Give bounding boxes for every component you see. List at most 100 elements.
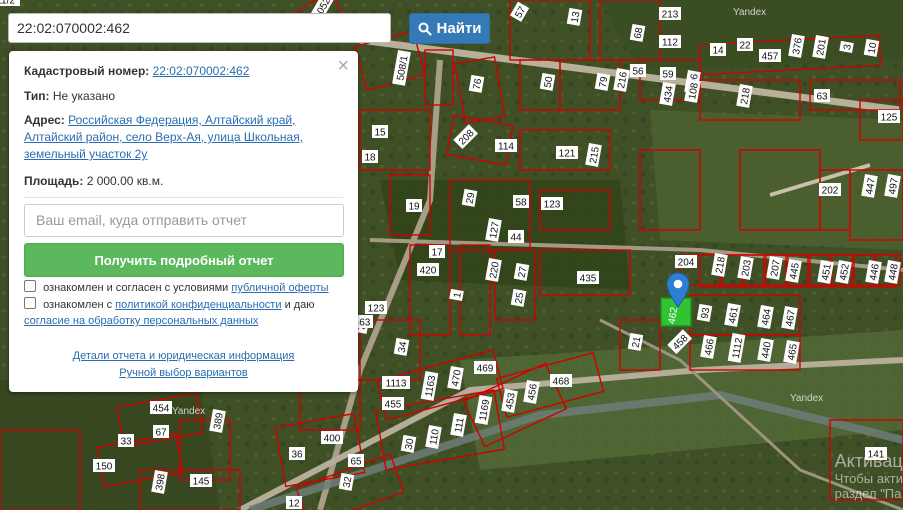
cadastral-label: Кадастровый номер: — [24, 64, 150, 78]
parcel-number-label: 25 — [510, 288, 526, 307]
svg-text:56: 56 — [632, 67, 644, 78]
svg-text:112: 112 — [662, 38, 678, 49]
svg-text:14: 14 — [712, 46, 724, 57]
svg-text:36: 36 — [291, 450, 303, 461]
parcel-number-label: 112 — [659, 35, 681, 49]
parcel-number-label: 150 — [93, 459, 115, 473]
svg-text:420: 420 — [420, 266, 437, 277]
parcel-number-label: 93 — [696, 303, 712, 322]
privacy-consent-row: ознакомлен с политикой конфиденциальност… — [24, 297, 344, 329]
parcel-number-label: 36 — [289, 447, 305, 461]
parcel-number-label: 18 — [362, 150, 378, 164]
personal-data-consent-link[interactable]: согласие на обработку персональных данны… — [24, 315, 258, 327]
parcel-number-label: 27 — [513, 262, 529, 281]
manual-selection-link[interactable]: Ручной выбор вариантов — [119, 367, 247, 379]
details-link-row: Детали отчета и юридическая информация — [9, 350, 358, 362]
area-row: Площадь: 2 000.00 кв.м. — [24, 173, 163, 190]
svg-text:125: 125 — [881, 113, 898, 124]
close-icon[interactable]: × — [337, 55, 349, 78]
parcel-number-label: 125 — [878, 110, 900, 124]
privacy-consent-and: и даю — [284, 299, 315, 311]
parcel-number-label: 13 — [566, 7, 582, 26]
parcel-number-label: 58 — [513, 195, 529, 209]
svg-text:15: 15 — [374, 128, 386, 139]
svg-text:4311/2: 4311/2 — [0, 0, 15, 7]
type-row: Тип: Не указано — [24, 88, 115, 105]
svg-text:123: 123 — [544, 200, 561, 211]
parcel-number-label: 457 — [759, 49, 781, 63]
svg-text:12: 12 — [288, 499, 300, 510]
parcel-number-label: 63 — [814, 89, 830, 103]
offer-consent-row: ознакомлен и согласен с условиями публич… — [24, 280, 344, 296]
parcel-number-label: 10 — [863, 38, 879, 57]
svg-text:468: 468 — [553, 377, 570, 388]
parcel-number-label: 30 — [400, 434, 416, 453]
parcel-number-label: 123 — [541, 197, 563, 211]
svg-text:17: 17 — [431, 248, 443, 259]
svg-text:18: 18 — [364, 153, 376, 164]
parcel-number-label: 121 — [556, 146, 578, 160]
manual-link-row: Ручной выбор вариантов — [9, 367, 358, 379]
parcel-number-label: 202 — [819, 183, 841, 197]
windows-activation-watermark: Активац Чтобы акти раздел "Па — [834, 451, 903, 502]
parcel-number-label: 400 — [321, 431, 343, 445]
yandex-watermark: Yandex — [733, 7, 766, 18]
svg-text:67: 67 — [155, 428, 167, 439]
parcel-number-label: 454 — [150, 401, 172, 415]
parcel-number-label: 455 — [382, 397, 404, 411]
parcel-number-label: 22 — [737, 38, 753, 52]
parcel-number-label: 4311/2 — [0, 0, 20, 7]
get-report-button[interactable]: Получить подробный отчет — [24, 243, 344, 277]
cadastral-row: Кадастровый номер: 22:02:070002:462 — [24, 63, 249, 80]
svg-text:150: 150 — [96, 462, 113, 473]
email-field[interactable]: Ваш email, куда отправить отчет — [24, 204, 344, 237]
map-pin-icon[interactable] — [666, 272, 690, 308]
area-value: 2 000.00 кв.м. — [86, 174, 164, 188]
parcel-number-label: 1113 — [382, 376, 410, 390]
parcel-number-label: 65 — [348, 454, 364, 468]
cadastral-number-link[interactable]: 22:02:070002:462 — [153, 64, 250, 78]
svg-text:44: 44 — [510, 233, 522, 244]
svg-text:204: 204 — [678, 258, 695, 269]
search-button[interactable]: Найти — [409, 13, 490, 44]
parcel-number-label: 213 — [659, 7, 681, 21]
svg-text:454: 454 — [153, 404, 170, 415]
type-label: Тип: — [24, 89, 50, 103]
type-value: Не указано — [52, 89, 116, 103]
parcel-number-label: 204 — [675, 255, 697, 269]
svg-text:33: 33 — [120, 437, 132, 448]
area-label: Площадь: — [24, 174, 84, 188]
svg-text:455: 455 — [385, 400, 402, 411]
svg-text:59: 59 — [662, 70, 674, 81]
offer-consent-checkbox[interactable] — [24, 280, 36, 292]
search-button-label: Найти — [436, 20, 482, 37]
svg-text:457: 457 — [762, 52, 779, 63]
parcel-number-label: 123 — [365, 301, 387, 315]
parcel-number-label: 68 — [629, 23, 645, 42]
svg-text:19: 19 — [408, 202, 420, 213]
parcel-info-panel: × Кадастровый номер: 22:02:070002:462 Ти… — [9, 51, 358, 392]
parcel-number-label: 19 — [406, 199, 422, 213]
report-details-link[interactable]: Детали отчета и юридическая информация — [73, 350, 295, 362]
parcel-number-label: 145 — [190, 474, 212, 488]
parcel-number-label: 29 — [461, 188, 477, 207]
public-offer-link[interactable]: публичной оферты — [231, 282, 328, 294]
parcel-number-label: 32 — [338, 472, 354, 491]
address-link[interactable]: Российская Федерация, Алтайский край, Ал… — [24, 113, 303, 161]
parcel-number-label: 114 — [495, 139, 517, 153]
parcel-number-label: 79 — [594, 72, 610, 91]
privacy-consent-checkbox[interactable] — [24, 297, 36, 309]
parcel-number-label: 67 — [153, 425, 169, 439]
search-input[interactable]: 22:02:070002:462 — [8, 13, 391, 43]
privacy-consent-text: ознакомлен с — [43, 299, 113, 311]
privacy-policy-link[interactable]: политикой конфиденциальности — [115, 299, 281, 311]
svg-text:145: 145 — [193, 477, 210, 488]
parcel-number-label: 76 — [468, 74, 484, 93]
parcel-number-label: 435 — [577, 271, 599, 285]
parcel-number-label: 15 — [372, 125, 388, 139]
svg-text:435: 435 — [580, 274, 597, 285]
svg-text:58: 58 — [515, 198, 527, 209]
parcel-number-label: 17 — [429, 245, 445, 259]
parcel-number-label: 469 — [474, 361, 496, 375]
parcel-number-label: 21 — [627, 332, 643, 351]
